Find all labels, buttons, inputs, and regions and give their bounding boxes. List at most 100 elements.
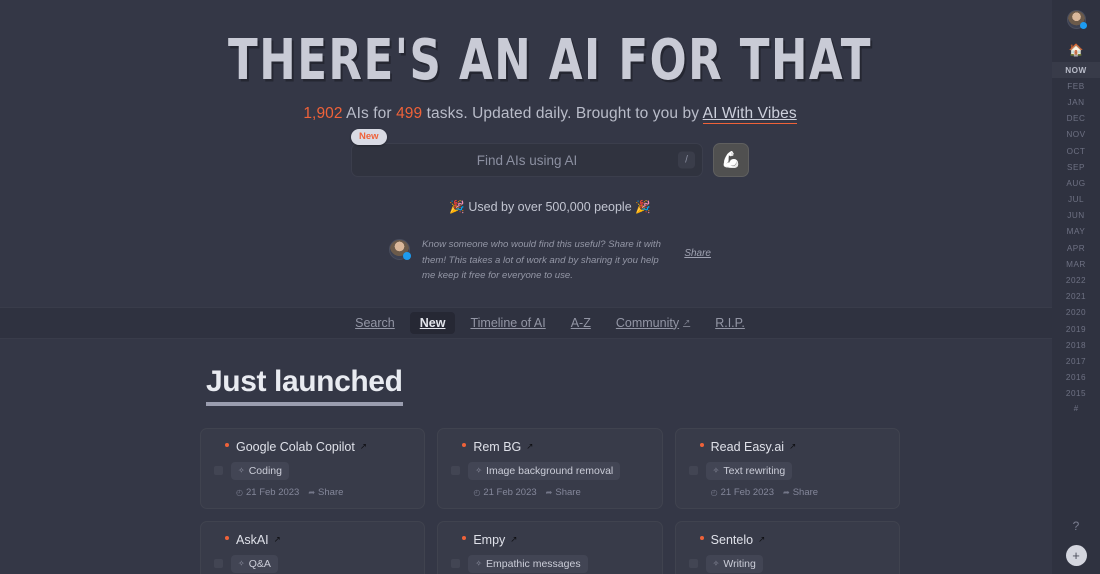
rail-item-2017[interactable]: 2017 [1052,353,1100,369]
card-tag-label: Coding [248,464,282,477]
rail-item-jun[interactable]: JUN [1052,208,1100,224]
card-title-row: Read Easy.ai ↗ [689,440,886,454]
card-tag[interactable]: ✧ Writing [705,554,763,573]
rail-item-oct[interactable]: OCT [1052,143,1100,159]
card-share-button[interactable]: ➦ Share [308,487,343,498]
card-tag-label: Image background removal [486,464,614,477]
tagline: 1,902 AIs for 499 tasks. Updated daily. … [0,105,1100,124]
rail-item-now[interactable]: NOW [1052,62,1100,79]
rail-item-2021[interactable]: 2021 [1052,289,1100,305]
ai-card[interactable]: Rem BG ↗ ✧ Image background removal ◴ 21 Feb … [437,427,663,509]
card-share-label: Share [792,486,819,498]
rail-item-feb[interactable]: FEB [1052,78,1100,94]
nav-item-timeline-of-ai[interactable]: Timeline of AI [460,312,555,334]
rail-item-mar[interactable]: MAR [1052,256,1100,272]
rail-item-2015[interactable]: 2015 [1052,386,1100,402]
task-count: 499 [396,105,423,122]
rail-item-sep[interactable]: SEP [1052,159,1100,175]
nav-item-new[interactable]: New [409,311,456,334]
ai-card[interactable]: Sentelo↗✧Writing◴21 Feb 2023➦Share [674,520,900,574]
nav-item-label: Community [615,315,680,330]
tagline-mid-2: tasks. Updated daily. Brought to you by [422,105,703,122]
share-arrow-icon: ➦ [545,487,553,497]
card-checkbox[interactable] [688,466,698,476]
card-tag[interactable]: ✧ Text rewriting [705,461,793,480]
ai-card[interactable]: Read Easy.ai ↗ ✧ Text rewriting ◴ 21 Feb 2023… [674,427,900,509]
nav-item-search[interactable]: Search [345,312,405,334]
card-tag-label: Text rewriting [723,464,786,477]
hash-item[interactable]: # [1074,402,1078,413]
card-checkbox[interactable] [214,559,223,569]
card-tag[interactable]: ✧ Q&A [231,554,278,573]
ai-card[interactable]: Empy↗✧Empathic messages◴21 Feb 2023➦Shar… [437,520,663,574]
rail-item-aug[interactable]: AUG [1052,175,1100,191]
nav-item-label: New [419,315,446,330]
external-link-icon[interactable]: ↗ [274,534,281,545]
card-title-row: Sentelo ↗ [689,533,886,547]
rail-item-jan[interactable]: JAN [1052,94,1100,110]
rail-item-2020[interactable]: 2020 [1052,305,1100,321]
flexed-biceps-icon[interactable]: 💪 [713,143,749,177]
card-checkbox[interactable] [451,559,461,569]
share-link[interactable]: Share [684,248,711,259]
external-link-icon[interactable]: ↗ [526,441,533,452]
used-by-label: Used by over 500,000 people [468,200,632,214]
help-button[interactable]: ? [1073,519,1080,533]
home-icon[interactable]: 🏠 [1069,43,1084,57]
twitter-badge-icon [1079,22,1087,29]
avatar [389,239,411,260]
rail-item-may[interactable]: MAY [1052,224,1100,240]
nav-item-r-i-p[interactable]: R.I.P. [705,312,755,334]
card-checkbox[interactable] [214,466,223,476]
card-tag[interactable]: ✧ Coding [231,461,289,480]
rail-item-2019[interactable]: 2019 [1052,321,1100,337]
avatar[interactable] [1066,10,1087,29]
rail-item-2016[interactable]: 2016 [1052,370,1100,386]
rail-item-nov[interactable]: NOV [1052,127,1100,143]
rail-item-2018[interactable]: 2018 [1052,337,1100,353]
right-rail: 🏠 NOW FEB JAN DEC NOV OCT SEP AUG JUL JUN MAY APR MA… [1052,0,1100,574]
share-arrow-icon: ➦ [783,487,790,497]
card-checkbox[interactable] [688,559,698,569]
external-link-icon[interactable]: ↗ [789,441,796,452]
card-tag[interactable]: ✧ Image background removal [468,461,621,480]
card-tag-label: Writing [723,557,756,570]
card-meta: ◴ 21 Feb 2023 ➦ Share [214,487,411,498]
search-placeholder: Find AIs using AI [476,152,578,168]
slash-shortcut-key: / [678,151,695,169]
card-title: Empy [473,532,506,547]
nav-item-label: R.I.P. [715,315,745,330]
external-link-icon[interactable]: ↗ [360,441,367,452]
sparkle-icon: ✧ [238,559,245,569]
rail-item-2022[interactable]: 2022 [1052,272,1100,288]
rail-item-jul[interactable]: JUL [1052,192,1100,208]
nav-item-label: A-Z [570,315,591,330]
new-dot-icon [699,442,704,447]
external-link-icon[interactable]: ↗ [758,534,765,545]
card-tag-row: ✧ Image background removal [451,461,648,480]
ai-card[interactable]: AskAI↗✧Q&A◴21 Feb 2023➦Share [200,520,426,574]
rail-item-apr[interactable]: APR [1052,240,1100,256]
card-meta: ◴ 21 Feb 2023 ➦ Share [689,487,886,498]
card-share-label: Share [318,486,344,498]
sparkle-icon: ✧ [475,559,483,569]
card-share-button[interactable]: ➦ Share [783,487,818,498]
card-tag[interactable]: ✧ Empathic messages [468,554,588,573]
rail-item-dec[interactable]: DEC [1052,111,1100,127]
nav-item-community[interactable]: Community ↗ [606,312,700,334]
page-title: THERE'S AN AI FOR THAT [228,27,872,94]
nav-item-a-z[interactable]: A-Z [561,312,601,334]
search-input[interactable]: Find AIs using AI / [351,143,703,177]
party-popper-icon-right: 🎉 [635,200,651,214]
card-date-label: 21 Feb 2023 [720,486,774,498]
add-button[interactable]: + [1065,545,1087,566]
nav-item-label: Search [355,315,395,330]
card-share-button[interactable]: ➦ Share [546,487,581,498]
card-checkbox[interactable] [451,466,461,476]
brand-link[interactable]: AI With Vibes [702,105,797,124]
main-nav: Search New Timeline of AI A-Z Community ↗ R.I.… [0,306,1100,339]
external-link-icon[interactable]: ↗ [510,534,517,545]
clock-icon: ◴ [236,487,243,497]
card-tag-label: Q&A [248,557,271,570]
ai-card[interactable]: Google Colab Copilot ↗ ✧ Coding ◴ 21 Feb 2023… [200,427,426,509]
